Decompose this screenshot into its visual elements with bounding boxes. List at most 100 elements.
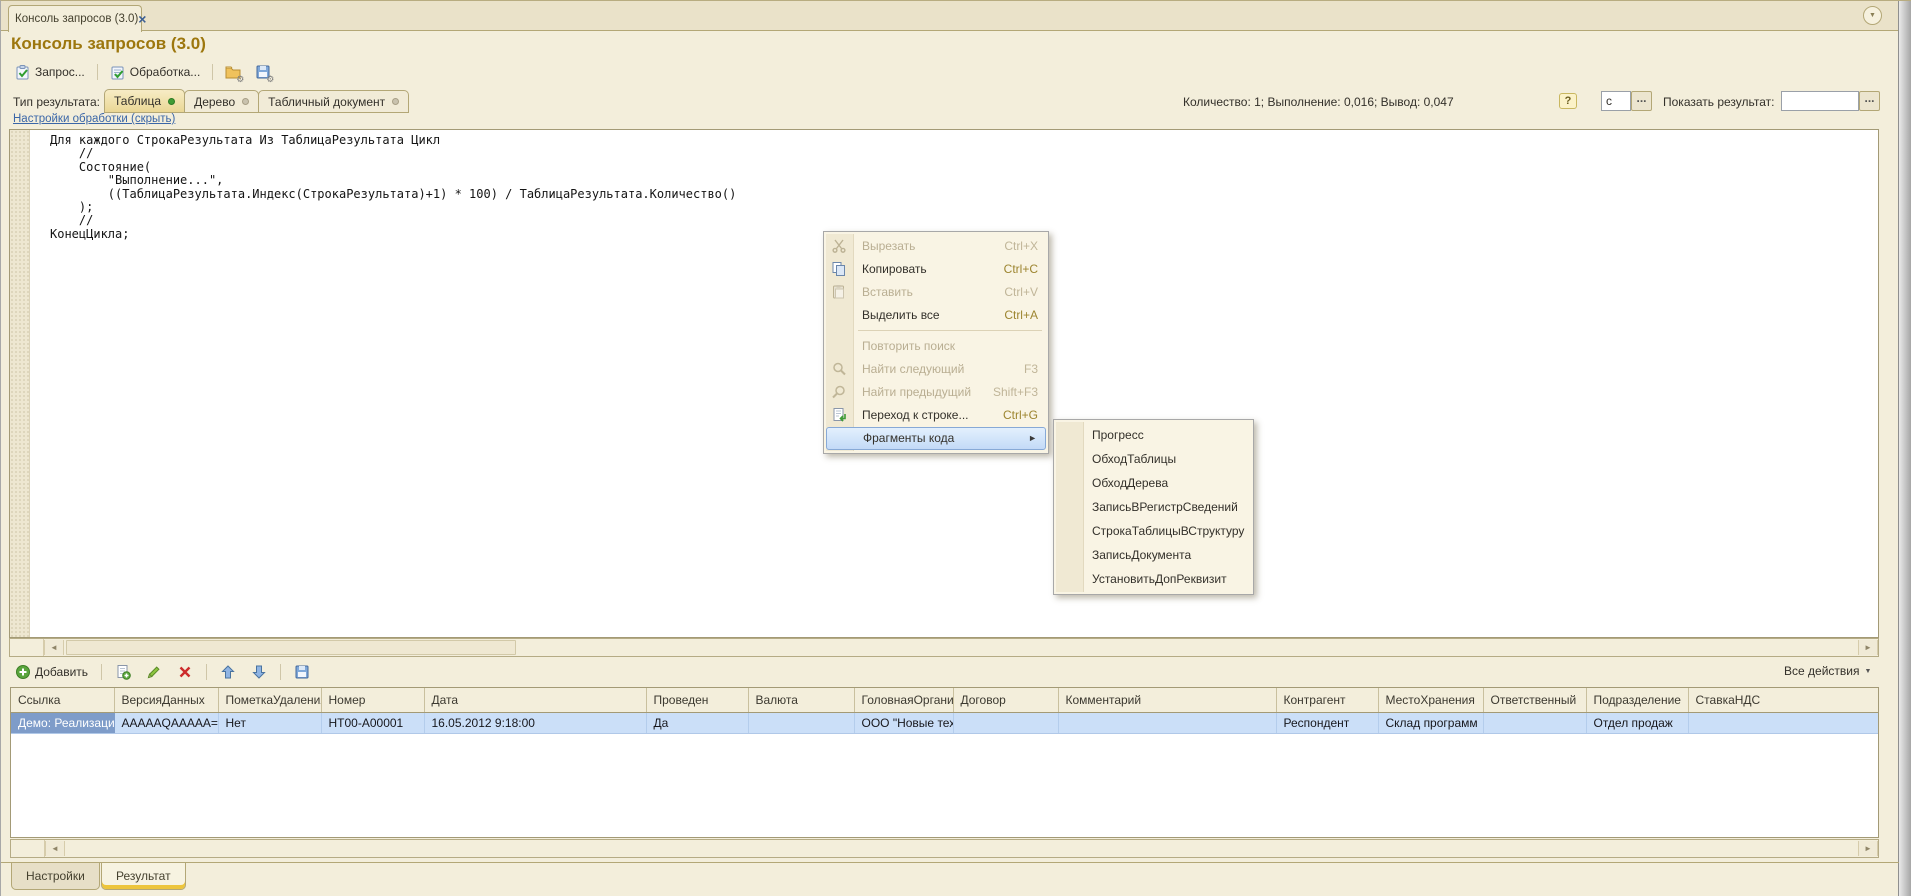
load-query-button[interactable]: ⚙ bbox=[221, 62, 245, 84]
code-line: Состояние( bbox=[50, 159, 152, 174]
move-up-button[interactable] bbox=[216, 662, 240, 682]
submenu-item-write-inforeg[interactable]: ЗаписьВРегистрСведений bbox=[1054, 495, 1253, 519]
column-header[interactable]: Проведен bbox=[646, 688, 749, 713]
query-button[interactable]: Запрос... bbox=[11, 62, 89, 82]
tab-list-button[interactable]: ▼ bbox=[1863, 6, 1882, 25]
code-gutter bbox=[10, 130, 30, 637]
scroll-right-icon[interactable]: ► bbox=[1858, 841, 1878, 856]
tab-settings-label: Настройки bbox=[26, 869, 85, 883]
magnifier-icon bbox=[831, 361, 847, 377]
table-row[interactable]: Демо: Реализация т... AAAAAQAAAAA= Нет Н… bbox=[11, 712, 1878, 734]
show-result-input[interactable] bbox=[1781, 91, 1859, 111]
table-cell[interactable]: Нет bbox=[218, 712, 322, 734]
menu-item-copy[interactable]: Копировать Ctrl+C bbox=[824, 258, 1048, 281]
submenu-item-set-addl-attribute[interactable]: УстановитьДопРеквизит bbox=[1054, 567, 1253, 591]
table-cell[interactable]: AAAAAQAAAAA= bbox=[114, 712, 219, 734]
delete-row-button[interactable] bbox=[173, 662, 197, 682]
chevron-down-icon: ▼ bbox=[1864, 667, 1872, 675]
settings-toggle-link[interactable]: Настройки обработки (скрыть) bbox=[13, 113, 175, 125]
save-grid-button[interactable] bbox=[290, 662, 314, 682]
result-type-tab-tree[interactable]: Дерево bbox=[184, 90, 260, 113]
unselected-indicator-icon bbox=[392, 98, 400, 105]
result-grid[interactable]: Ссылка ВерсияДанных ПометкаУдаления Номе… bbox=[10, 687, 1879, 838]
tab-settings[interactable]: Настройки bbox=[11, 863, 100, 890]
add-row-button[interactable]: Добавить bbox=[11, 662, 92, 682]
submenu-item-row-to-structure[interactable]: СтрокаТаблицыВСтруктуру bbox=[1054, 519, 1253, 543]
table-cell[interactable]: 16.05.2012 9:18:00 bbox=[424, 712, 647, 734]
menu-item-label: ЗаписьДокумента bbox=[1092, 548, 1192, 562]
edit-row-button[interactable] bbox=[142, 662, 166, 682]
scroll-left-icon[interactable]: ◄ bbox=[44, 640, 64, 655]
result-type-label: Тип результата: bbox=[13, 95, 100, 109]
table-cell[interactable]: Склад программ bbox=[1378, 712, 1484, 734]
table-cell[interactable] bbox=[748, 712, 855, 734]
column-header[interactable]: МестоХранения bbox=[1378, 688, 1484, 713]
column-header[interactable]: Ответственный bbox=[1483, 688, 1587, 713]
table-cell[interactable]: Респондент bbox=[1276, 712, 1379, 734]
table-cell[interactable] bbox=[1688, 712, 1878, 734]
seconds-ellipsis-button[interactable]: ... bbox=[1631, 91, 1652, 111]
submenu-item-table-traverse[interactable]: ОбходТаблицы bbox=[1054, 447, 1253, 471]
scrollbar-thumb[interactable] bbox=[66, 640, 516, 655]
column-header[interactable]: Договор bbox=[953, 688, 1059, 713]
result-type-tab-table[interactable]: Таблица bbox=[104, 89, 186, 113]
menu-item-code-fragments[interactable]: Фрагменты кода ► bbox=[826, 427, 1046, 450]
chevron-down-icon: ▼ bbox=[1869, 12, 1876, 19]
code-line: ((ТаблицаРезультата.Индекс(СтрокаРезульт… bbox=[50, 186, 737, 201]
menu-item-find-next: Найти следующий F3 bbox=[824, 358, 1048, 381]
magnifier-icon bbox=[831, 384, 847, 400]
menu-item-label: Фрагменты кода bbox=[863, 431, 955, 445]
menu-item-goto-line[interactable]: Переход к строке... Ctrl+G bbox=[824, 404, 1048, 427]
code-fragments-submenu: Прогресс ОбходТаблицы ОбходДерева Запись… bbox=[1053, 419, 1254, 595]
seconds-field[interactable]: с bbox=[1601, 91, 1631, 111]
column-header[interactable]: Контрагент bbox=[1276, 688, 1379, 713]
column-header[interactable]: ГоловнаяОрганизация bbox=[854, 688, 954, 713]
window-right-edge bbox=[1898, 1, 1911, 896]
scroll-right-icon[interactable]: ► bbox=[1858, 640, 1878, 655]
code-line: КонецЦикла; bbox=[50, 226, 130, 241]
main-toolbar: Запрос... Обработка... ⚙ ⚙ bbox=[11, 61, 275, 84]
table-cell[interactable] bbox=[1058, 712, 1277, 734]
table-cell[interactable]: Демо: Реализация т... bbox=[11, 712, 115, 734]
page-title: Консоль запросов (3.0) bbox=[11, 34, 206, 53]
table-cell[interactable]: Да bbox=[646, 712, 749, 734]
copy-row-icon bbox=[115, 664, 131, 680]
table-cell[interactable]: НТ00-А00001 bbox=[321, 712, 425, 734]
column-header[interactable]: Подразделение bbox=[1586, 688, 1689, 713]
toolbar-separator bbox=[206, 664, 208, 680]
menu-item-select-all[interactable]: Выделить все Ctrl+A bbox=[824, 304, 1048, 327]
result-type-tab-spreadsheet[interactable]: Табличный документ bbox=[258, 90, 410, 113]
tab-query-console[interactable]: Консоль запросов (3.0) × bbox=[8, 5, 146, 32]
close-icon[interactable]: × bbox=[138, 12, 146, 26]
submenu-item-tree-traverse[interactable]: ОбходДерева bbox=[1054, 471, 1253, 495]
scissors-icon bbox=[831, 238, 847, 254]
unselected-indicator-icon bbox=[242, 98, 250, 105]
move-down-button[interactable] bbox=[247, 662, 271, 682]
tab-result[interactable]: Результат bbox=[101, 863, 186, 890]
copy-row-button[interactable] bbox=[111, 662, 135, 682]
submenu-item-progress[interactable]: Прогресс bbox=[1054, 423, 1253, 447]
menu-item-repeat-search: Повторить поиск bbox=[824, 335, 1048, 358]
column-header[interactable]: ВерсияДанных bbox=[114, 688, 219, 713]
column-header[interactable]: Дата bbox=[424, 688, 647, 713]
column-header[interactable]: Ссылка bbox=[11, 688, 115, 713]
processing-button-label: Обработка... bbox=[129, 65, 201, 79]
column-header[interactable]: СтавкаНДС bbox=[1688, 688, 1878, 713]
show-result-ellipsis-button[interactable]: ... bbox=[1859, 91, 1880, 111]
menu-item-label: ЗаписьВРегистрСведений bbox=[1092, 500, 1238, 514]
column-header[interactable]: Номер bbox=[321, 688, 425, 713]
processing-button[interactable]: Обработка... bbox=[106, 62, 205, 82]
scroll-left-icon[interactable]: ◄ bbox=[45, 841, 65, 856]
submenu-item-write-document[interactable]: ЗаписьДокумента bbox=[1054, 543, 1253, 567]
table-cell[interactable] bbox=[953, 712, 1059, 734]
help-button[interactable]: ? bbox=[1559, 93, 1577, 109]
column-header[interactable]: Комментарий bbox=[1058, 688, 1277, 713]
table-cell[interactable] bbox=[1483, 712, 1587, 734]
result-type-tab-label: Дерево bbox=[194, 94, 236, 109]
column-header[interactable]: ПометкаУдаления bbox=[218, 688, 322, 713]
table-cell[interactable]: Отдел продаж bbox=[1586, 712, 1689, 734]
column-header[interactable]: Валюта bbox=[748, 688, 855, 713]
table-cell[interactable]: ООО "Новые технол... bbox=[854, 712, 954, 734]
save-query-button[interactable]: ⚙ bbox=[251, 62, 275, 84]
all-actions-button[interactable]: Все действия ▼ bbox=[1784, 664, 1871, 678]
